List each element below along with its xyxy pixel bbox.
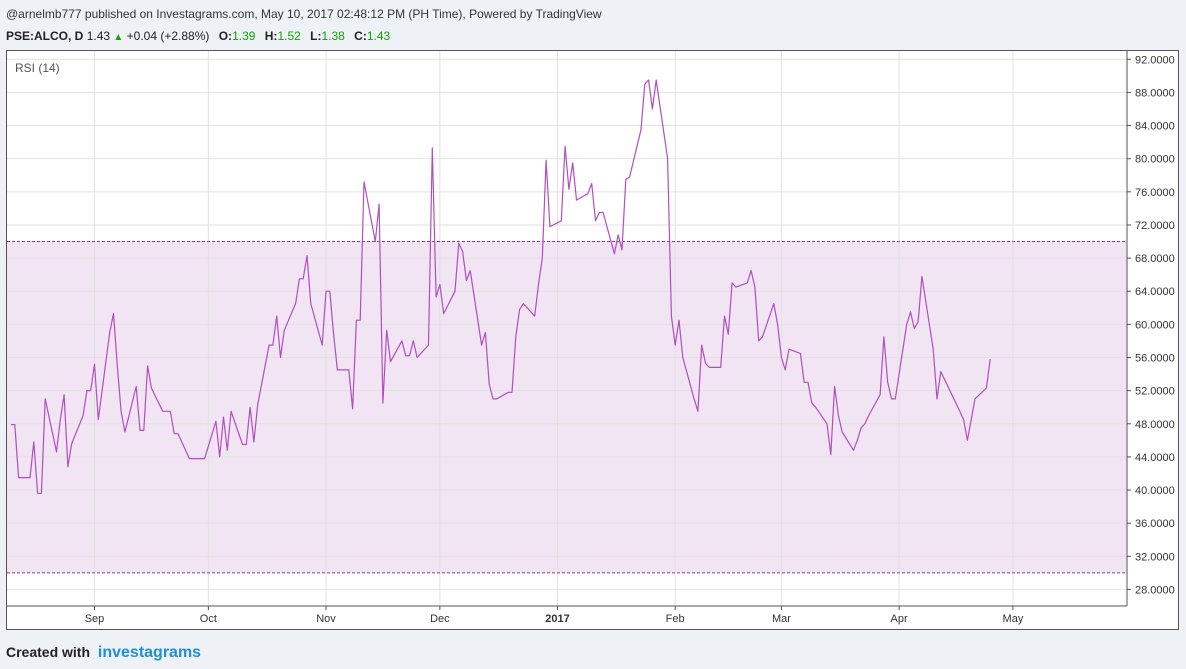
price-change: +0.04 (+2.88%) [126,29,210,43]
footer: Created with investagrams [6,644,201,662]
brand-logo[interactable]: investagrams [98,644,201,661]
x-tick-label: Sep [85,613,105,625]
high-label: H: [264,29,278,43]
open-label: O: [218,29,233,43]
x-tick-label: Nov [316,613,336,625]
symbol-label: PSE:ALCO, D [6,29,84,43]
open-value: 1.39 [232,29,256,43]
x-tick-label: Oct [200,613,217,625]
y-tick-label: 32.0000 [1135,551,1175,563]
y-tick-label: 76.0000 [1135,187,1175,199]
y-tick-label: 80.0000 [1135,154,1175,166]
rsi-chart[interactable]: 92.0000 88.0000 84.0000 80.0000 76.0000 72.00… [7,51,1178,629]
x-tick-label: 2017 [545,613,569,625]
y-tick-label: 52.0000 [1135,386,1175,398]
low-value: 1.38 [321,29,345,43]
y-tick-label: 72.0000 [1135,220,1175,232]
y-tick-label: 84.0000 [1135,121,1175,133]
price-summary: PSE:ALCO, D 1.43 ▲ +0.04 (+2.88%) O:1.39… [6,29,390,43]
high-value: 1.52 [277,29,301,43]
y-tick-label: 48.0000 [1135,419,1175,431]
low-label: L: [310,29,322,43]
x-tick-label: Dec [430,613,450,625]
x-tick-label: May [1003,613,1024,625]
y-tick-label: 68.0000 [1135,253,1175,265]
y-tick-label: 64.0000 [1135,286,1175,298]
chart-panel[interactable]: 92.0000 88.0000 84.0000 80.0000 76.0000 72.00… [6,50,1179,630]
y-tick-label: 40.0000 [1135,485,1175,497]
x-tick-label: Apr [891,613,908,625]
y-tick-label: 44.0000 [1135,452,1175,464]
x-tick-label: Mar [772,613,791,625]
created-with-label: Created with [6,644,91,660]
published-info: @arnelmb777 published on Investagrams.co… [6,7,602,21]
triangle-up-icon: ▲ [113,32,124,43]
last-price: 1.43 [86,29,111,43]
chart-title: RSI (14) [15,61,60,75]
close-label: C: [354,29,367,43]
y-tick-label: 88.0000 [1135,87,1175,99]
y-tick-label: 28.0000 [1135,584,1175,596]
x-tick-label: Feb [666,613,685,625]
y-tick-label: 60.0000 [1135,319,1175,331]
y-tick-label: 36.0000 [1135,518,1175,530]
y-tick-label: 92.0000 [1135,54,1175,66]
close-value: 1.43 [366,29,391,43]
y-tick-label: 56.0000 [1135,352,1175,364]
